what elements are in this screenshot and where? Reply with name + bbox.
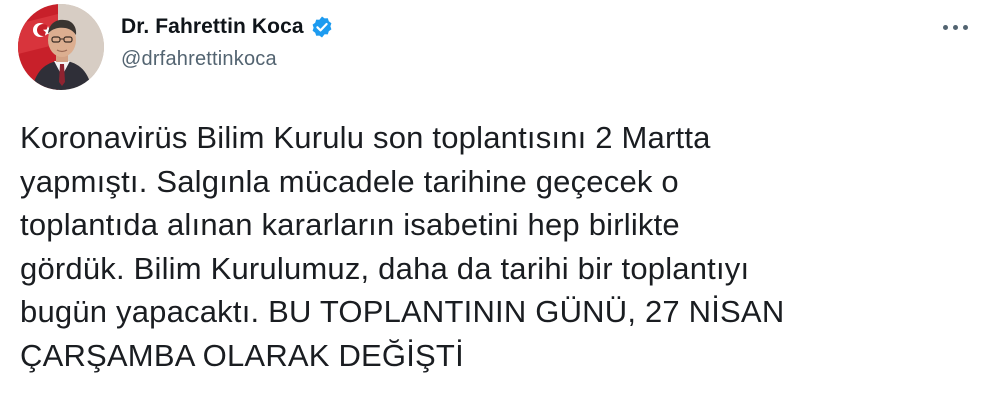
tweet-text-line: Koronavirüs Bilim Kurulu son toplantısın… (20, 120, 711, 155)
author-handle[interactable]: @drfahrettinkoca (121, 48, 334, 71)
more-options-button[interactable] (935, 12, 975, 42)
tweet-card: Dr. Fahrettin Koca @drfahrettinkoca Koro… (0, 0, 1000, 404)
avatar-image (18, 4, 104, 90)
tweet-text-line: toplantıda alınan kararların isabetini h… (20, 207, 680, 242)
more-options-icon (952, 24, 958, 30)
tweet-author: Dr. Fahrettin Koca @drfahrettinkoca (121, 12, 334, 71)
more-options-icon (942, 24, 948, 30)
avatar[interactable] (18, 4, 104, 90)
author-display-name[interactable]: Dr. Fahrettin Koca (121, 15, 304, 39)
more-options-icon (962, 24, 968, 30)
tweet-text-line: bugün yapacaktı. BU TOPLANTININ GÜNÜ, 27… (20, 294, 785, 329)
tweet-text-line: gördük. Bilim Kurulumuz, daha da tarihi … (20, 250, 750, 286)
author-name-row: Dr. Fahrettin Koca (121, 12, 334, 42)
verified-badge-icon (310, 15, 334, 39)
tweet-text-line: ÇARŞAMBA OLARAK DEĞİŞTİ (20, 337, 464, 373)
tweet-text: Koronavirüs Bilim Kurulu son toplantısın… (20, 116, 980, 377)
tweet-text-line: yapmıştı. Salgınla mücadele tarihine geç… (20, 163, 679, 199)
